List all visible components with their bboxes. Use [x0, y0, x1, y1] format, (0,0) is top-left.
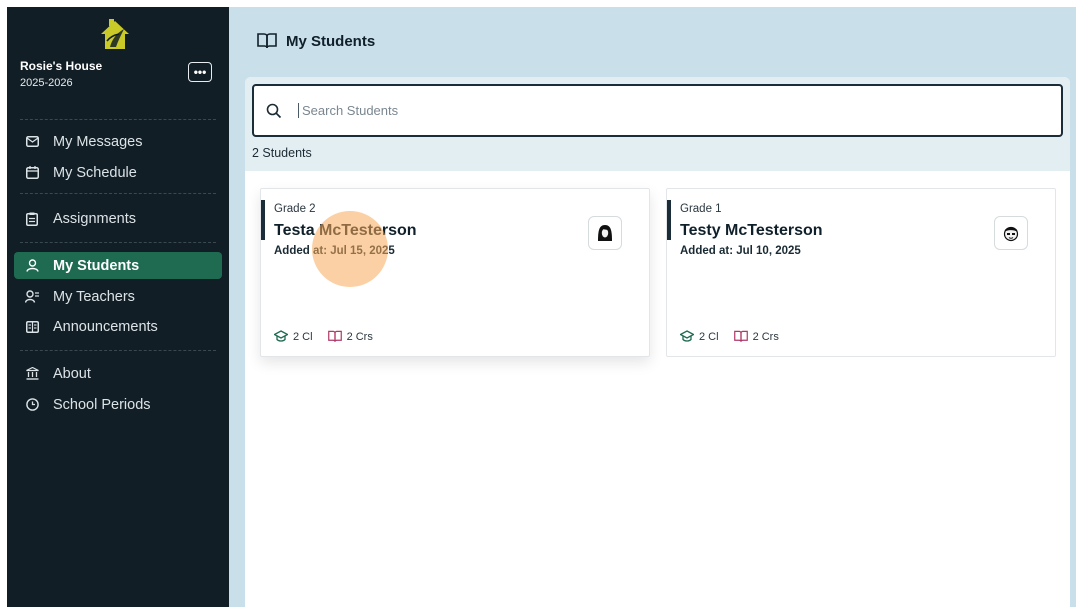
book-open-icon	[257, 33, 277, 49]
student-name: Testa McTesterson	[274, 222, 417, 239]
student-card[interactable]: Grade 1 Testy McTesterson Added at: Jul …	[666, 188, 1056, 357]
teacher-icon	[25, 290, 39, 304]
class-count: 2 Cl	[699, 330, 719, 343]
search-box[interactable]	[252, 84, 1063, 137]
book-icon	[327, 330, 342, 343]
clock-icon	[25, 398, 39, 412]
sidebar-item-label: Announcements	[53, 318, 158, 335]
graduation-cap-icon	[274, 330, 288, 343]
card-stats: 2 Cl 2 Crs	[680, 330, 779, 343]
megaphone-icon	[25, 320, 39, 334]
avatar	[588, 216, 622, 250]
calendar-icon	[25, 166, 39, 180]
sidebar-item-assignments[interactable]: Assignments	[14, 205, 222, 232]
course-count: 2 Crs	[752, 330, 779, 343]
sidebar-item-my-students[interactable]: My Students	[14, 252, 222, 279]
sidebar-divider	[20, 119, 216, 120]
book-icon	[733, 330, 748, 343]
class-count: 2 Cl	[293, 330, 313, 343]
mail-icon	[25, 135, 39, 149]
sidebar-item-school-periods[interactable]: School Periods	[14, 391, 222, 418]
student-count: 2 Students	[252, 146, 312, 160]
student-added-date: Added at: Jul 10, 2025	[680, 245, 801, 257]
search-area: 2 Students	[245, 77, 1070, 171]
course-count: 2 Crs	[346, 330, 373, 343]
page-title: My Students	[257, 32, 375, 50]
search-icon	[266, 103, 282, 118]
sidebar-item-label: My Students	[53, 257, 140, 274]
search-input[interactable]	[298, 103, 998, 118]
page-title-text: My Students	[286, 32, 376, 50]
female-avatar-icon	[598, 225, 612, 241]
house-logo-icon	[101, 19, 129, 49]
building-icon	[25, 367, 39, 381]
student-name: Testy McTesterson	[680, 222, 823, 239]
sidebar-divider	[20, 242, 216, 243]
sidebar-item-announcements[interactable]: Announcements	[14, 313, 222, 340]
sidebar-item-label: My Teachers	[53, 288, 135, 305]
card-stats: 2 Cl 2 Crs	[274, 330, 373, 343]
sidebar: Rosie's House 2025-2026 ••• My Messages …	[7, 7, 229, 607]
sidebar-item-my-teachers[interactable]: My Teachers	[14, 283, 222, 310]
app-frame: Rosie's House 2025-2026 ••• My Messages …	[7, 7, 1076, 607]
sidebar-item-label: About	[53, 365, 91, 382]
sidebar-item-label: Assignments	[53, 210, 137, 227]
sidebar-divider	[20, 350, 216, 351]
graduation-cap-icon	[680, 330, 694, 343]
card-accent-bar	[261, 200, 265, 240]
student-card[interactable]: Grade 2 Testa McTesterson Added at: Jul …	[260, 188, 650, 357]
clipboard-icon	[25, 212, 39, 226]
sidebar-divider	[20, 193, 216, 194]
school-year: 2025-2026	[20, 77, 73, 89]
student-added-date: Added at: Jul 15, 2025	[274, 245, 395, 257]
more-options-button[interactable]: •••	[188, 62, 212, 82]
avatar	[994, 216, 1028, 250]
house-name: Rosie's House	[20, 59, 103, 73]
user-icon	[25, 259, 39, 273]
main-panel: 2 Students Grade 2 Testa McTesterson Add…	[245, 77, 1070, 607]
sidebar-item-label: My Schedule	[53, 164, 137, 181]
card-accent-bar	[667, 200, 671, 240]
student-grade: Grade 1	[680, 203, 722, 215]
sidebar-item-label: School Periods	[53, 396, 151, 413]
sidebar-item-my-schedule[interactable]: My Schedule	[14, 159, 222, 186]
student-grade: Grade 2	[274, 203, 316, 215]
sidebar-item-about[interactable]: About	[14, 360, 222, 387]
sidebar-item-label: My Messages	[53, 133, 143, 150]
male-avatar-icon	[1003, 226, 1019, 242]
sidebar-item-my-messages[interactable]: My Messages	[14, 128, 222, 155]
